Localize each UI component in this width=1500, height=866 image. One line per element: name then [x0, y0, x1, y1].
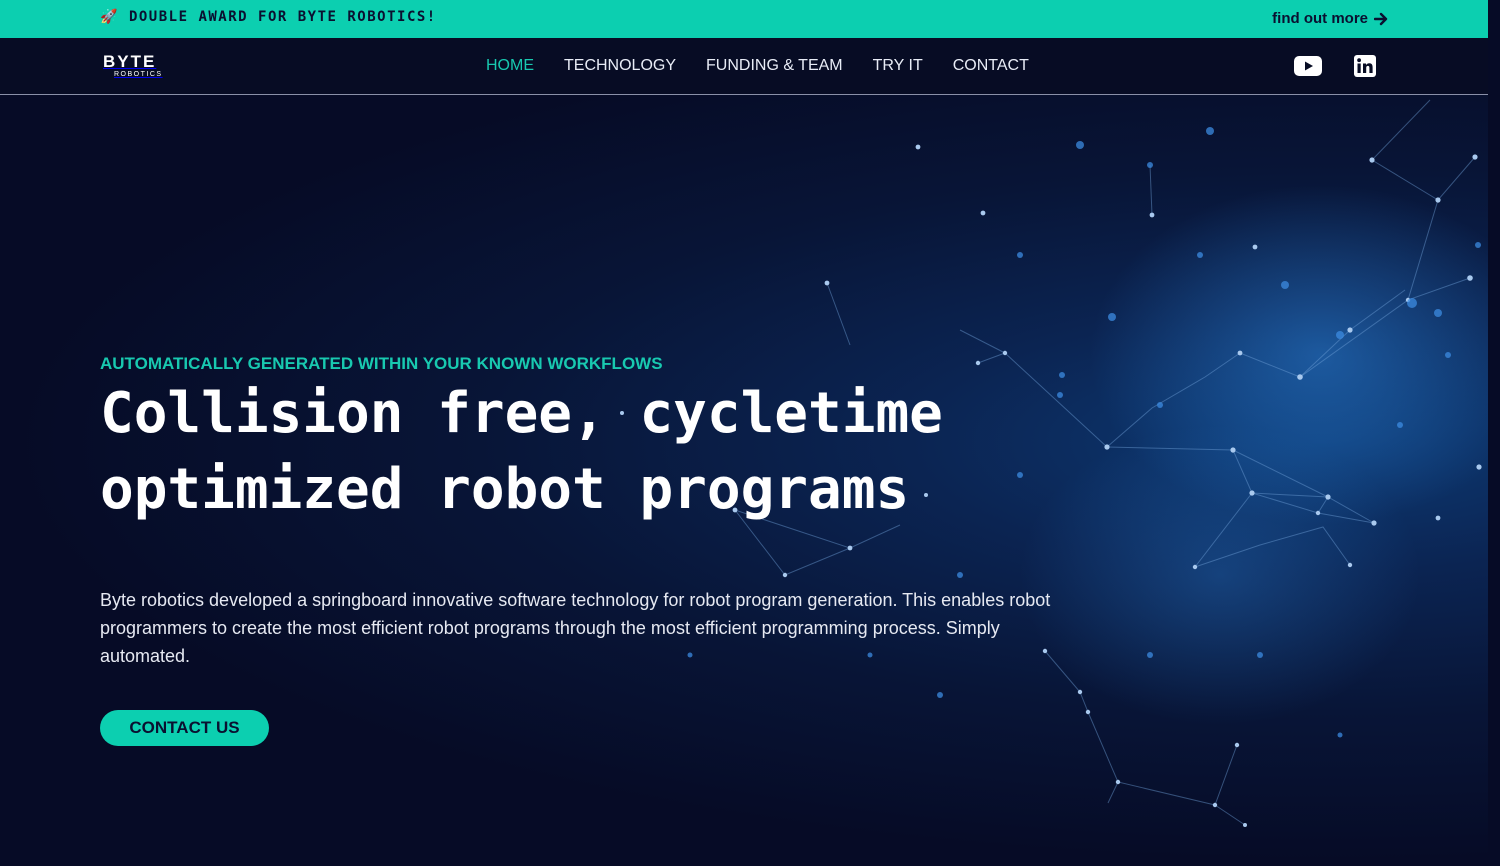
linkedin-link[interactable]: [1354, 55, 1376, 77]
byte-robotics-logo[interactable]: BYTE ROBOTICS: [103, 53, 179, 81]
nav-item-contact: CONTACT: [953, 57, 1029, 75]
nav-link-home[interactable]: HOME: [486, 57, 534, 75]
arrow-right-icon: [1374, 12, 1388, 25]
logo-subtitle: ROBOTICS: [114, 71, 163, 78]
hero-section: AUTOMATICALLY GENERATED WITHIN YOUR KNOW…: [0, 95, 1500, 866]
contact-us-button[interactable]: CONTACT US: [100, 710, 269, 746]
scrollbar[interactable]: [1488, 38, 1500, 866]
nav-item-home: HOME: [486, 57, 534, 75]
nav-link-technology[interactable]: TECHNOLOGY: [564, 57, 676, 75]
youtube-icon: [1294, 56, 1322, 76]
nav-menu: HOME TECHNOLOGY FUNDING & TEAM TRY IT CO…: [486, 57, 1029, 75]
youtube-link[interactable]: [1294, 55, 1322, 77]
nav-item-try-it: TRY IT: [873, 57, 923, 75]
nav-link-contact[interactable]: CONTACT: [953, 57, 1029, 75]
hero-eyebrow: AUTOMATICALLY GENERATED WITHIN YOUR KNOW…: [100, 354, 663, 373]
find-out-more-label: find out more: [1272, 10, 1368, 27]
announcement-banner: 🚀 DOUBLE AWARD FOR BYTE ROBOTICS! find o…: [0, 0, 1488, 38]
main-navigation: BYTE ROBOTICS HOME TECHNOLOGY FUNDING & …: [0, 38, 1488, 95]
banner-announcement: 🚀 DOUBLE AWARD FOR BYTE ROBOTICS!: [100, 9, 437, 25]
hero-description: Byte robotics developed a springboard in…: [100, 590, 1051, 666]
find-out-more-link[interactable]: find out more: [1272, 10, 1388, 27]
hero-content: AUTOMATICALLY GENERATED WITHIN YOUR KNOW…: [100, 354, 1100, 670]
nav-link-try-it[interactable]: TRY IT: [873, 57, 923, 75]
nav-item-technology: TECHNOLOGY: [564, 57, 676, 75]
logo-wordmark: BYTE: [103, 52, 157, 71]
rocket-icon: 🚀: [100, 9, 119, 25]
hero-title: Collision free, cycletime optimized robo…: [100, 381, 943, 522]
nav-link-funding-team[interactable]: FUNDING & TEAM: [706, 57, 843, 75]
nav-item-funding-team: FUNDING & TEAM: [706, 57, 843, 75]
linkedin-icon: [1354, 55, 1376, 77]
social-links: [1294, 55, 1376, 77]
banner-text: DOUBLE AWARD FOR BYTE ROBOTICS!: [128, 9, 437, 25]
